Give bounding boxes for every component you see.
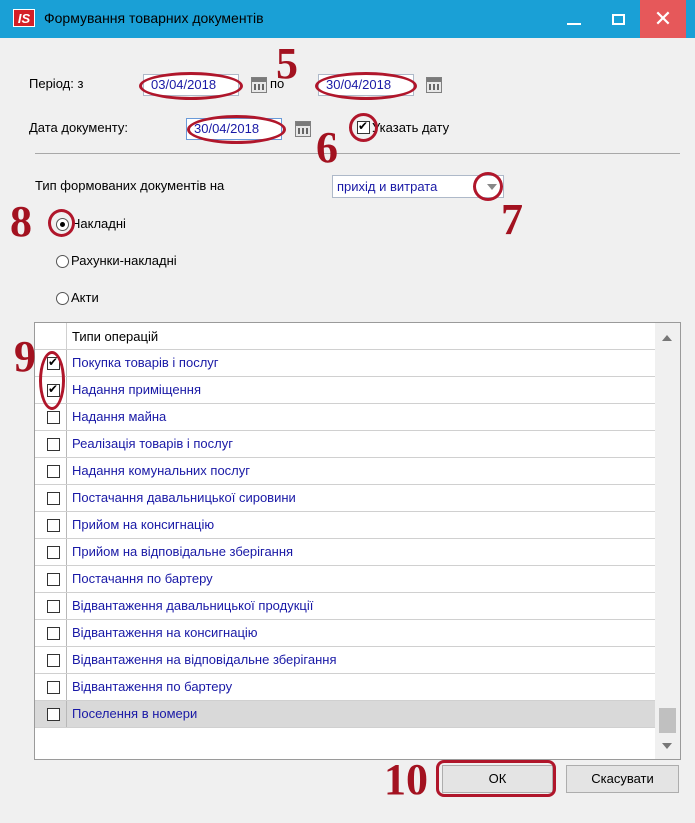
annotation-ellipse [315,72,417,100]
row-checkbox[interactable] [47,627,60,640]
divider [35,153,680,154]
specify-date-label: Указать дату [372,120,450,135]
table-row[interactable]: Реалізація товарів і послуг [35,431,655,458]
row-checkbox[interactable] [47,519,60,532]
table-row[interactable]: Відвантаження по бартеру [35,674,655,701]
annotation-number: 9 [14,332,36,381]
row-label: Відвантаження давальницької продукції [72,598,314,613]
row-label: Покупка товарів і послуг [72,355,219,370]
doc-type-label: Тип формованих документів на [35,178,225,193]
row-label: Відвантаження на консигнацію [72,625,258,640]
doc-date-label: Дата документу: [29,120,128,135]
row-label: Постачання давальницької сировини [72,490,296,505]
title-bar: IS Формування товарних документів ✕ [0,0,695,38]
annotation-ellipse [349,113,378,142]
minimize-icon [567,23,581,25]
calendar-icon[interactable] [295,121,311,137]
radio-nakladni-label: Накладні [71,216,126,231]
row-checkbox[interactable] [47,465,60,478]
row-checkbox[interactable] [47,654,60,667]
table-row[interactable]: Відвантаження на відповідальне зберіганн… [35,647,655,674]
row-checkbox[interactable] [47,546,60,559]
cancel-button[interactable]: Скасувати [566,765,679,793]
row-checkbox[interactable] [47,573,60,586]
maximize-button[interactable] [596,0,640,38]
annotation-ellipse [473,172,503,201]
minimize-button[interactable] [552,0,596,38]
annotation-number: 5 [276,39,298,88]
row-label: Прийом на консигнацію [72,517,215,532]
row-checkbox[interactable] [47,708,60,721]
doc-type-value: прихід и витрата [337,179,438,194]
table-row[interactable]: Покупка товарів і послуг [35,350,655,377]
operations-column-header[interactable]: Типи операцій [72,329,158,344]
row-checkbox[interactable] [47,681,60,694]
maximize-icon [611,13,625,25]
table-row[interactable]: Надання комунальних послуг [35,458,655,485]
row-label: Відвантаження по бартеру [72,679,233,694]
annotation-ellipse [39,351,65,410]
row-label: Поселення в номери [72,706,198,721]
table-row[interactable]: Постачання по бартеру [35,566,655,593]
table-row[interactable]: Надання приміщення [35,377,655,404]
row-checkbox[interactable] [47,492,60,505]
annotation-number: 10 [384,755,428,804]
row-label: Постачання по бартеру [72,571,213,586]
period-label: Період: з [29,76,84,91]
calendar-icon[interactable] [251,77,267,93]
grid-header: Типи операцій [35,323,655,350]
window-title: Формування товарних документів [44,10,264,26]
close-icon: ✕ [653,6,673,31]
radio-akty-label: Акти [71,290,99,305]
annotation-number: 6 [316,123,338,172]
table-row[interactable]: Прийом на консигнацію [35,512,655,539]
row-checkbox[interactable] [47,600,60,613]
table-row[interactable]: Надання майна [35,404,655,431]
operations-grid[interactable]: Типи операцій Покупка товарів і послуг Н… [34,322,681,760]
annotation-rect [436,760,556,797]
column-separator [66,323,67,349]
row-label: Надання комунальних послуг [72,463,251,478]
close-button[interactable]: ✕ [640,0,686,38]
app-logo-icon: IS [13,9,35,27]
row-label: Надання майна [72,409,167,424]
calendar-icon[interactable] [426,77,442,93]
scroll-up-icon[interactable] [662,335,672,341]
table-row[interactable]: Прийом на відповідальне зберігання [35,539,655,566]
annotation-ellipse [139,72,243,100]
row-label: Прийом на відповідальне зберігання [72,544,294,559]
table-row[interactable]: Відвантаження давальницької продукції [35,593,655,620]
annotation-number: 7 [501,195,523,244]
table-row[interactable]: Відвантаження на консигнацію [35,620,655,647]
scroll-down-icon[interactable] [662,743,672,749]
annotation-ellipse [187,115,286,144]
radio-rahunky-nakladni-label: Рахунки-накладні [71,253,177,268]
annotation-ellipse [48,209,75,237]
row-checkbox[interactable] [47,438,60,451]
annotation-number: 8 [10,197,32,246]
vertical-scrollbar[interactable] [655,323,680,759]
row-label: Надання приміщення [72,382,201,397]
table-row[interactable]: Постачання давальницької сировини [35,485,655,512]
scroll-thumb[interactable] [659,708,676,733]
table-row[interactable]: Поселення в номери [35,701,655,728]
row-label: Відвантаження на відповідальне зберіганн… [72,652,337,667]
radio-rahunky-nakladni[interactable] [56,255,69,268]
row-label: Реалізація товарів і послуг [72,436,233,451]
row-checkbox[interactable] [47,411,60,424]
radio-akty[interactable] [56,292,69,305]
